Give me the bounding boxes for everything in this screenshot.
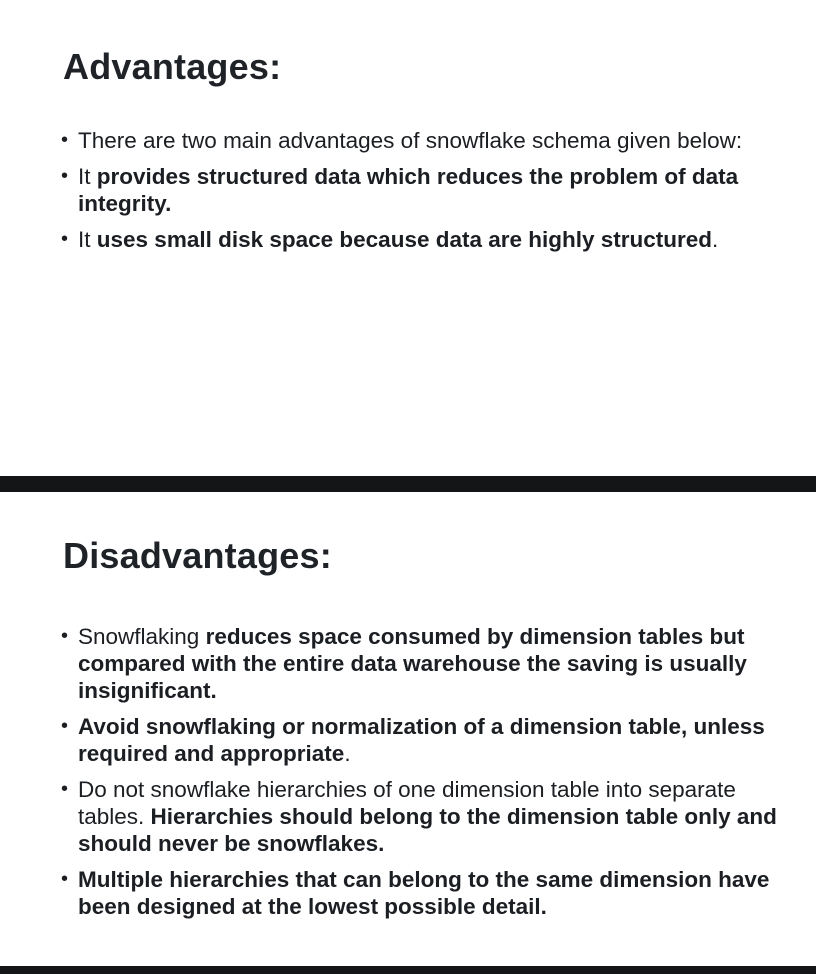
advantage-item-lead: It [78, 164, 97, 189]
disadvantage-item-bold: Hierarchies should belong to the dimensi… [78, 804, 777, 856]
disadvantage-item: • Snowflaking reduces space consumed by … [60, 623, 790, 704]
advantage-item: • It provides structured data which redu… [60, 163, 760, 217]
bullet-icon: • [61, 778, 69, 800]
disadvantage-item: • Avoid snowflaking or normalization of … [60, 713, 790, 767]
bullet-icon: • [61, 868, 69, 890]
disadvantages-list: • Snowflaking reduces space consumed by … [60, 623, 790, 929]
advantage-item: • It uses small disk space because data … [60, 226, 760, 253]
disadvantage-item-bold: Multiple hierarchies that can belong to … [78, 867, 770, 919]
advantage-item-tail: . [712, 227, 719, 252]
advantages-title: Advantages: [63, 46, 282, 87]
bullet-icon: • [61, 715, 69, 737]
bullet-icon: • [61, 625, 69, 647]
disadvantage-item: • Do not snowflake hierarchies of one di… [60, 776, 790, 857]
slide-divider [0, 476, 816, 492]
disadvantages-slide: Disadvantages: • Snowflaking reduces spa… [0, 492, 816, 966]
disadvantage-item-bold: Avoid snowflaking or normalization of a … [78, 714, 765, 766]
advantage-item-text: There are two main advantages of snowfla… [78, 128, 743, 153]
advantages-list: • There are two main advantages of snowf… [60, 127, 760, 262]
advantage-item: • There are two main advantages of snowf… [60, 127, 760, 154]
disadvantage-item-tail: . [344, 741, 351, 766]
bullet-icon: • [61, 165, 69, 187]
advantage-item-bold: uses small disk space because data are h… [96, 227, 713, 252]
disadvantage-item: • Multiple hierarchies that can belong t… [60, 866, 790, 920]
disadvantages-title: Disadvantages: [63, 535, 332, 576]
bullet-icon: • [61, 228, 69, 250]
slide-divider [0, 966, 816, 974]
disadvantage-item-lead: Snowflaking [78, 624, 206, 649]
advantages-slide: Advantages: • There are two main advanta… [0, 0, 816, 476]
bullet-icon: • [61, 129, 69, 151]
advantage-item-bold: provides structured data which reduces t… [78, 164, 739, 216]
advantage-item-lead: It [78, 227, 97, 252]
